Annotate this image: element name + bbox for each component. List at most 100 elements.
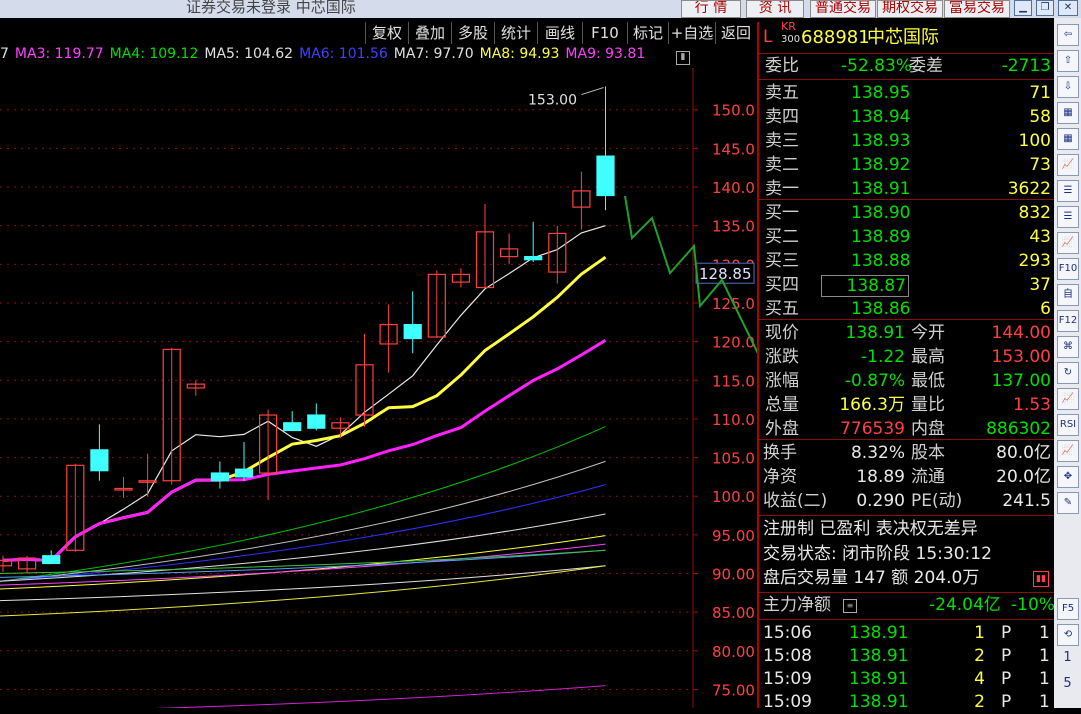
- F5-icon[interactable]: F5: [1057, 598, 1079, 620]
- y-tick-label: 100.0: [712, 488, 755, 506]
- ma-legend-item: MA9: 93.81: [565, 46, 646, 62]
- y-tick-label: 140.0: [712, 179, 755, 197]
- stat-row: 涨幅 -0.87% 最低 137.00: [759, 370, 1056, 393]
- fund-value: 241.5: [1002, 491, 1051, 511]
- tool-statistics[interactable]: 统计: [494, 22, 537, 44]
- list-icon[interactable]: ☰: [1057, 206, 1079, 228]
- grid-icon[interactable]: ▦: [1057, 102, 1079, 124]
- wei-cha-value: -2713: [1001, 56, 1051, 76]
- bid-price[interactable]: 138.86: [851, 298, 910, 321]
- bid-price[interactable]: 138.90: [851, 202, 910, 225]
- stat-value: 166.3万: [839, 395, 905, 415]
- ask-price[interactable]: 138.92: [851, 154, 910, 177]
- ext-icon[interactable]: ⌘: [1057, 336, 1079, 358]
- tick-time: 15:09: [763, 669, 812, 689]
- ask-volume: 71: [1029, 83, 1051, 103]
- fund-row: 净资 18.89 流通 20.0亿: [759, 466, 1056, 489]
- ask-row: 卖一 138.91 3622: [759, 178, 1056, 201]
- tool-restore-rights[interactable]: 复权: [365, 22, 408, 44]
- tick-time: 15:06: [763, 623, 812, 643]
- kr-badge-top: KR: [781, 20, 796, 33]
- candlestick-chart[interactable]: 150.0145.0140.0135.0130.0125.0120.0115.0…: [0, 68, 757, 708]
- tick-direction: P: [1001, 692, 1012, 712]
- chart-icon[interactable]: 📈: [1057, 440, 1079, 462]
- stat-value: 886302: [986, 419, 1051, 439]
- commission-ratio-row: 委比 -52.83% 委差 -2713: [759, 55, 1056, 78]
- candle-body: [403, 324, 422, 340]
- bid-volume: 43: [1029, 227, 1051, 247]
- tool-draw-line[interactable]: 画线: [537, 22, 582, 44]
- window-title: 证券交易未登录 中芯国际: [186, 0, 356, 16]
- candle-body: [524, 255, 543, 261]
- refresh-icon[interactable]: ↻: [1057, 362, 1079, 384]
- page-number[interactable]: 5: [1054, 676, 1081, 691]
- bid-price[interactable]: 138.88: [851, 250, 910, 273]
- list-icon[interactable]: ☰: [1057, 180, 1079, 202]
- ask-price[interactable]: 138.93: [851, 130, 910, 153]
- main-flow-percent: -10%: [1011, 595, 1055, 615]
- y-tick-label: 115.0: [712, 372, 755, 390]
- page-number[interactable]: 1: [1054, 650, 1081, 665]
- ma-legend-item: MA7: 97.70: [393, 46, 474, 62]
- ask-volume: 3622: [1007, 179, 1051, 199]
- arrow-left-icon[interactable]: ⇦: [1057, 24, 1079, 46]
- RSI-icon[interactable]: RSI: [1057, 414, 1079, 436]
- bid-row: 买三 138.88 293: [759, 250, 1056, 273]
- pen-icon[interactable]: ✎: [1057, 492, 1079, 514]
- ask-price[interactable]: 138.91: [851, 178, 910, 201]
- ask-price[interactable]: 138.95: [851, 82, 910, 105]
- F12-icon[interactable]: F12: [1057, 310, 1079, 332]
- news-button[interactable]: 资 讯: [746, 0, 804, 18]
- tool-add-favorite[interactable]: +自选: [668, 22, 715, 44]
- reset-icon[interactable]: ⟲: [1057, 624, 1079, 646]
- arrow-up-icon[interactable]: ⇧: [1057, 50, 1079, 72]
- bid-row: 买二 138.89 43: [759, 226, 1056, 249]
- stat-label: 内盘: [911, 419, 945, 439]
- tool-f10[interactable]: F10: [582, 22, 627, 44]
- chart-icon[interactable]: 📈: [1057, 154, 1079, 176]
- y-tick-label: 90.00: [712, 566, 755, 584]
- grid-icon[interactable]: ▦: [1057, 128, 1079, 150]
- restore-icon[interactable]: ❐: [1036, 0, 1054, 16]
- trade-status-line: 交易状态: 闭市阶段 15:30:12: [759, 543, 1056, 566]
- bar-chart-icon[interactable]: ▮▮: [1033, 571, 1049, 587]
- list-icon[interactable]: ≡: [843, 599, 857, 613]
- tick-count: 1: [1039, 646, 1050, 666]
- bid-price[interactable]: 138.89: [851, 226, 910, 249]
- y-tick-label: 135.0: [712, 218, 755, 236]
- fund-row: 换手 8.32% 股本 80.0亿: [759, 442, 1056, 465]
- bid-price[interactable]: 138.87: [821, 275, 909, 297]
- tool-overlay[interactable]: 叠加: [408, 22, 451, 44]
- candle-body: [42, 555, 61, 565]
- fuyi-trade-button[interactable]: 富易交易: [944, 0, 1010, 18]
- quote-button[interactable]: 行 情: [681, 0, 741, 18]
- F10-icon[interactable]: F10: [1057, 258, 1079, 280]
- chart-icon[interactable]: 📈: [1057, 232, 1079, 254]
- stat-value: -1.22: [861, 347, 905, 367]
- ask-level-label: 卖三: [765, 131, 799, 151]
- bid-volume: 37: [1029, 275, 1051, 295]
- tick-count: 1: [1039, 669, 1050, 689]
- candle-body: [210, 472, 229, 482]
- move-icon[interactable]: ✥: [1057, 466, 1079, 488]
- crosshair-price-label: 128.85: [699, 265, 752, 283]
- stat-value: 153.00: [991, 347, 1051, 367]
- tool-multi-stock[interactable]: 多股: [451, 22, 494, 44]
- stat-label: 今开: [911, 323, 945, 343]
- stat-value: 138.91: [845, 323, 905, 343]
- close-icon[interactable]: ✕: [1058, 0, 1078, 16]
- tool-back[interactable]: 返回: [715, 22, 756, 44]
- ask-row: 卖五 138.95 71: [759, 82, 1056, 105]
- panel-toggle-icon[interactable]: ▮: [676, 51, 690, 65]
- tool-mark[interactable]: 标记: [627, 22, 668, 44]
- ask-price[interactable]: 138.94: [851, 106, 910, 129]
- arrow-down-icon[interactable]: ⇩: [1057, 76, 1079, 98]
- normal-trade-button[interactable]: 普通交易: [810, 0, 876, 18]
- stat-value: 137.00: [991, 371, 1051, 391]
- ask-volume: 58: [1029, 107, 1051, 127]
- option-trade-button[interactable]: 期权交易: [877, 0, 943, 18]
- chart-icon[interactable]: 📈: [1057, 388, 1079, 410]
- tick-row: 15:06 138.91 1 P 1: [759, 622, 1056, 645]
- self-icon[interactable]: 自: [1057, 284, 1079, 306]
- minimize-icon[interactable]: ▁: [1014, 0, 1032, 16]
